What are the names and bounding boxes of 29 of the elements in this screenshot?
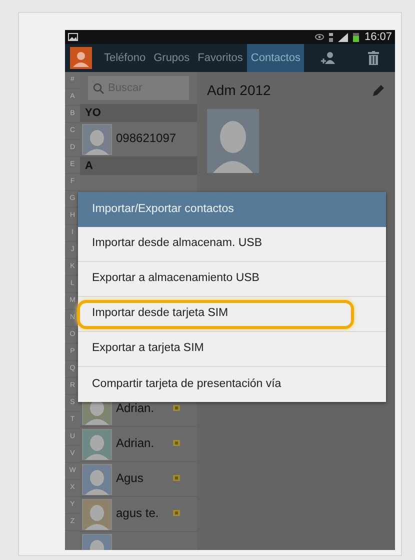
menu-item[interactable]: Importar desde tarjeta SIM [78, 297, 386, 332]
data-icon [329, 32, 334, 42]
section-header: YO [80, 104, 197, 122]
dialog-title: Importar/Exportar contactos [78, 192, 386, 227]
avatar-placeholder [207, 109, 259, 173]
contact-name: Agus [116, 470, 144, 487]
menu-item[interactable]: Exportar a tarjeta SIM [78, 332, 386, 367]
tab[interactable]: Favoritos [194, 44, 247, 72]
contact-name: 098621097 [116, 130, 176, 147]
tab[interactable]: Contactos [246, 44, 304, 72]
menu-item[interactable]: Exportar a almacenamiento USB [78, 262, 386, 297]
contact-name: Adrian. [116, 435, 154, 452]
signal-icon [338, 32, 348, 42]
eye-icon [315, 34, 324, 40]
menu-item[interactable]: Compartir tarjeta de presentación vía [78, 367, 386, 402]
contact-title: Adm 2012 [207, 81, 271, 100]
tab[interactable]: Grupos [150, 44, 194, 72]
trash-icon[interactable] [368, 51, 380, 65]
add-contact-icon[interactable] [320, 51, 336, 65]
image-icon [68, 33, 78, 41]
search-icon [93, 82, 104, 94]
clock-text: 16:07 [364, 30, 392, 45]
section-header: A [80, 157, 197, 175]
tab[interactable]: Teléfono [100, 44, 150, 72]
contact-name: Adrian. [116, 400, 154, 417]
contact-name: agus te. [116, 505, 159, 522]
edit-icon[interactable] [372, 84, 385, 97]
battery-icon [353, 32, 360, 42]
menu-item[interactable]: Importar desde almacenam. USB [78, 227, 386, 262]
